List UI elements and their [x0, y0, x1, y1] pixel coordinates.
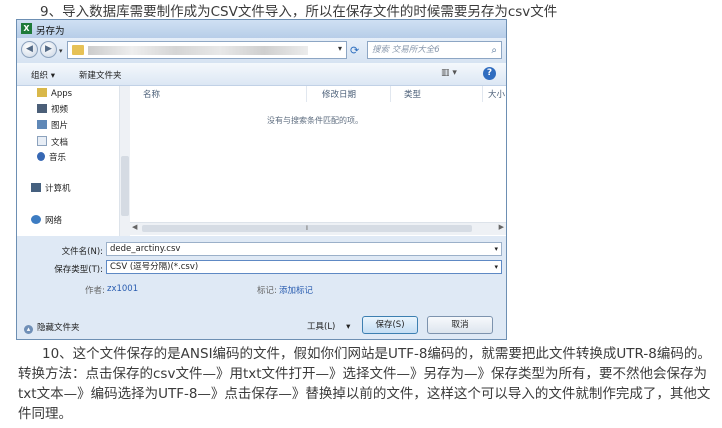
dialog-title: 另存为 — [36, 26, 65, 37]
tools-dropdown-icon: ▾ — [346, 322, 351, 332]
nav-item-documents[interactable]: 文档 — [37, 136, 68, 149]
nav-item-network[interactable]: 网络 — [31, 215, 62, 228]
view-options-icon[interactable]: ▥ ▾ — [441, 68, 457, 78]
filetype-select[interactable]: CSV (逗号分隔)(*.csv) ▾ — [106, 260, 502, 274]
nav-item-music[interactable]: 音乐 — [37, 152, 66, 165]
column-size[interactable]: 大小 — [488, 88, 505, 100]
nav-item-video[interactable]: 视频 — [37, 104, 68, 117]
nav-scrollbar[interactable] — [119, 86, 130, 236]
address-row: ◀ ▶ ▾ ▾ ⟳ 搜索 交易所大全6 ⌕ — [17, 38, 506, 63]
add-tag-link[interactable]: 添加标记 — [279, 284, 313, 296]
column-type[interactable]: 类型 — [404, 88, 421, 100]
file-list[interactable]: 名称 修改日期 类型 大小 没有与搜索条件匹配的项。 — [130, 86, 506, 236]
save-form: 文件名(N): dede_arctiny.csv ▾ 保存类型(T): CSV … — [17, 237, 506, 337]
save-button[interactable]: 保存(S) — [362, 316, 418, 334]
filetype-label: 保存类型(T): — [54, 265, 103, 275]
nav-scroll-thumb[interactable] — [121, 156, 129, 216]
scroll-left-icon[interactable]: ◀ — [132, 223, 137, 231]
step-10-text: 10、这个文件保存的是ANSI编码的文件，假如你们网站是UTF-8编码的，就需要… — [18, 346, 711, 422]
history-dropdown-icon[interactable]: ▾ — [59, 47, 63, 55]
hide-folders-button[interactable]: ▴ 隐藏文件夹 — [24, 321, 80, 334]
empty-message: 没有与搜索条件匹配的项。 — [267, 116, 363, 125]
collapse-icon: ▴ — [24, 325, 33, 334]
column-name[interactable]: 名称 — [143, 88, 160, 100]
video-icon — [37, 104, 47, 113]
toolbar: 组织 ▾ 新建文件夹 ▥ ▾ ? — [17, 63, 506, 86]
music-icon — [37, 152, 45, 161]
horizontal-scroll-thumb[interactable]: ⦀ — [142, 225, 472, 232]
column-divider — [390, 86, 391, 102]
horizontal-scrollbar[interactable]: ◀ ⦀ ▶ — [130, 222, 506, 235]
nav-item-pictures[interactable]: 图片 — [37, 120, 68, 133]
tags-label: 标记: — [257, 286, 277, 296]
search-input[interactable]: 搜索 交易所大全6 ⌕ — [367, 41, 502, 59]
organize-button[interactable]: 组织 ▾ — [31, 69, 55, 81]
column-divider — [306, 86, 307, 102]
navigation-pane: Apps 视频 图片 文档 音乐 计算机 网络 — [17, 86, 130, 236]
filename-label: 文件名(N): — [61, 247, 103, 257]
document-icon — [37, 136, 47, 146]
nav-item-computer[interactable]: 计算机 — [31, 183, 71, 196]
save-as-dialog: X 另存为 ◀ ▶ ▾ ▾ ⟳ 搜索 交易所大全6 ⌕ 组织 ▾ 新建文件夹 ▥… — [16, 19, 507, 340]
scroll-right-icon[interactable]: ▶ — [499, 223, 504, 231]
excel-icon: X — [21, 23, 32, 34]
computer-icon — [31, 183, 41, 192]
nav-item-apps[interactable]: Apps — [37, 88, 72, 101]
help-icon[interactable]: ? — [483, 67, 496, 80]
network-icon — [31, 215, 41, 224]
column-divider — [482, 86, 483, 102]
address-dropdown-icon[interactable]: ▾ — [338, 44, 342, 53]
tools-button[interactable]: 工具(L) ▾ — [307, 320, 350, 332]
picture-icon — [37, 120, 47, 129]
blurred-path — [88, 46, 308, 55]
author-label: 作者: — [85, 286, 105, 296]
title-bar: X 另存为 — [17, 20, 506, 38]
address-bar[interactable]: ▾ — [67, 41, 347, 59]
back-icon[interactable]: ◀ — [21, 41, 38, 58]
apps-icon — [37, 88, 47, 97]
filename-input[interactable]: dede_arctiny.csv ▾ — [106, 242, 502, 256]
folder-icon — [72, 45, 84, 55]
column-modified[interactable]: 修改日期 — [322, 88, 356, 100]
filename-dropdown-icon[interactable]: ▾ — [494, 243, 498, 255]
refresh-icon[interactable]: ⟳ — [350, 44, 359, 57]
search-placeholder: 搜索 交易所大全6 — [372, 45, 440, 55]
filetype-dropdown-icon[interactable]: ▾ — [494, 261, 498, 273]
author-value[interactable]: zx1001 — [107, 284, 138, 294]
cancel-button[interactable]: 取消 — [427, 316, 493, 334]
forward-icon[interactable]: ▶ — [40, 41, 57, 58]
search-icon[interactable]: ⌕ — [491, 43, 497, 59]
new-folder-button[interactable]: 新建文件夹 — [79, 69, 122, 81]
